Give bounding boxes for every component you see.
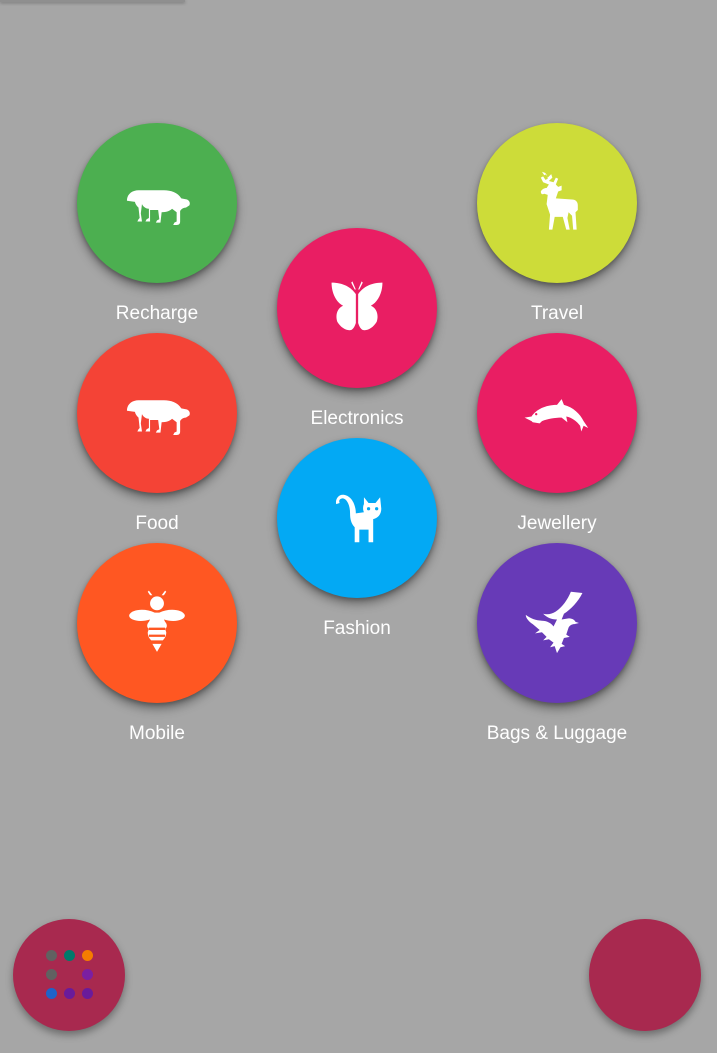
palette-dot [64,988,75,999]
category-label: Jewellery [517,513,597,534]
category-fashion[interactable]: Fashion [267,438,447,648]
category-circle[interactable] [77,333,237,493]
eagle-icon [525,591,583,654]
category-circle[interactable] [477,543,637,703]
category-circle[interactable] [77,123,237,283]
category-travel[interactable]: Travel [467,123,647,333]
butterfly-icon [331,281,383,331]
category-label: Mobile [129,723,185,744]
category-circle[interactable] [477,333,637,493]
category-label: Food [135,513,179,534]
color-palette-icon [46,950,96,1000]
category-jewellery[interactable]: Jewellery [467,333,647,543]
palette-dot [82,950,93,961]
category-recharge[interactable]: Recharge [67,123,247,333]
category-label: Travel [530,303,584,324]
category-label: Electronics [310,408,404,429]
palette-dot [64,969,75,980]
category-label: Bags & Luggage [486,723,628,744]
palette-dot [82,988,93,999]
category-circle[interactable] [77,543,237,703]
category-food[interactable]: Food [67,333,247,543]
palette-dot [64,950,75,961]
deer-icon [540,171,578,230]
top-bar-edge [0,0,185,2]
category-electronics[interactable]: Electronics [267,228,447,438]
polar-bear-icon [126,400,190,435]
category-circle[interactable] [277,228,437,388]
category-circle[interactable] [477,123,637,283]
floating-action-button[interactable] [589,919,701,1031]
bee-icon [129,590,185,652]
palette-dot [46,969,57,980]
palette-dot [82,969,93,980]
category-bags-luggage[interactable]: Bags & Luggage [467,543,647,753]
category-mobile[interactable]: Mobile [67,543,247,753]
cat-icon [335,494,382,543]
polar-bear-icon [126,190,190,225]
dolphin-icon [524,399,589,432]
category-circle[interactable] [277,438,437,598]
palette-dot [46,988,57,999]
category-label: Recharge [115,303,199,324]
category-label: Fashion [323,618,391,639]
palette-dot [46,950,57,961]
color-palette-button[interactable] [13,919,125,1031]
